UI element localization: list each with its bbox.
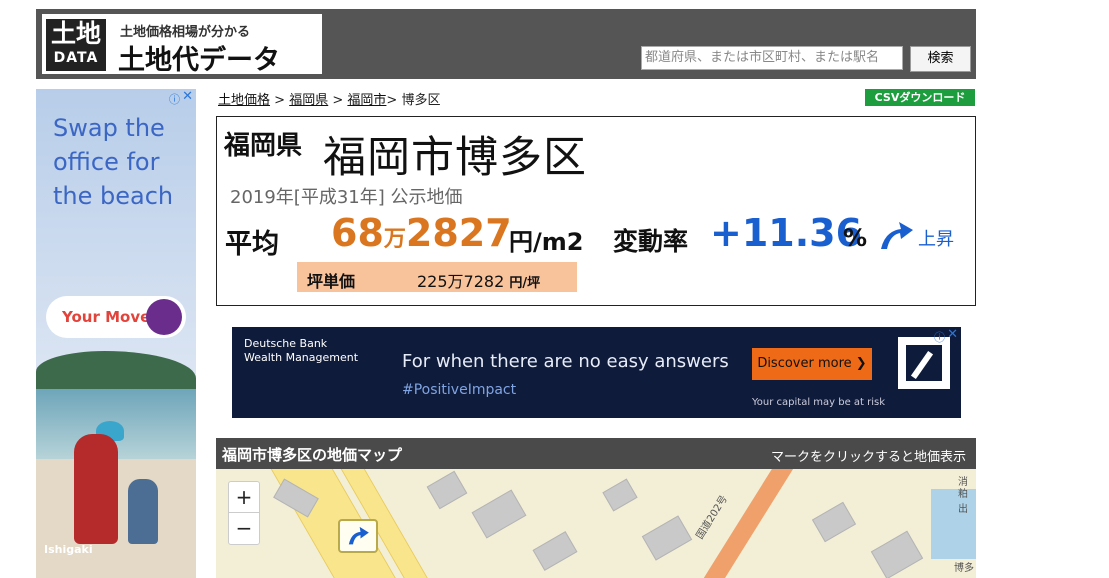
ad-person	[74, 434, 118, 544]
tsubo-unit: 円/坪	[509, 276, 541, 291]
discover-more-button[interactable]: Discover more ❯	[752, 348, 872, 380]
map-zoom-control: + −	[228, 481, 260, 545]
change-rate-label: 変動率	[613, 227, 689, 256]
map-building	[532, 531, 578, 571]
logo-mark-icon: 土地 DATA	[46, 19, 106, 71]
average-label: 平均	[225, 229, 279, 260]
zoom-out-button[interactable]: −	[229, 513, 259, 543]
breadcrumb-separator: >	[332, 93, 344, 108]
ad-close-icon[interactable]: ✕	[182, 89, 193, 104]
breadcrumb: 土地価格 > 福岡県 > 福岡市> 博多区	[218, 89, 440, 108]
logo-kanji: 土地	[50, 19, 101, 48]
ad-cta-dot-icon	[146, 299, 182, 335]
map-hint: マークをクリックすると地価表示	[770, 450, 966, 465]
ad-info-icon[interactable]: ⓘ	[934, 329, 945, 345]
logo-slash	[910, 350, 934, 380]
map-place-label: 博多	[954, 563, 974, 574]
breadcrumb-separator: >	[386, 93, 398, 108]
logo-inner	[906, 345, 942, 381]
average-price: 68万2827	[331, 211, 512, 255]
logo-data-text: DATA	[53, 50, 99, 66]
land-price-map[interactable]: 国道202号 消 粕出 博多 + −	[216, 469, 976, 578]
map-building	[641, 515, 693, 561]
tsubo-value: 225万7282 円/坪	[417, 268, 540, 292]
banner-hashtag: #PositiveImpact	[402, 382, 517, 398]
banner-brand-line: Deutsche Bank	[244, 337, 328, 350]
price-marker[interactable]	[338, 519, 378, 553]
map-building	[602, 478, 638, 512]
map-building	[426, 470, 468, 510]
map-building	[471, 489, 527, 539]
ad-headline-line: the beach	[53, 182, 174, 210]
ad-headline: Swap the office for the beach	[53, 111, 173, 213]
banner-advertisement[interactable]: Deutsche Bank Wealth Management For when…	[232, 327, 961, 418]
ad-cta-button[interactable]: Your Move	[46, 296, 186, 338]
ad-brand: Ishigaki	[44, 543, 93, 556]
banner-brand-line: Wealth Management	[244, 351, 359, 364]
ad-cta-label: Your Move	[62, 308, 151, 326]
side-advertisement[interactable]: Swap the office for the beach Your Move …	[36, 89, 196, 578]
search-button[interactable]: 検索	[910, 46, 971, 72]
price-unit: 円/m2	[509, 228, 584, 256]
site-logo[interactable]: 土地 DATA 土地価格相場が分かる 土地代データ	[42, 14, 322, 76]
banner-brand: Deutsche Bank Wealth Management	[244, 337, 358, 365]
map-header: 福岡市博多区の地価マップ マークをクリックすると地価表示	[216, 438, 976, 469]
search-input[interactable]: 都道府県、または市区町村、または駅名	[641, 46, 903, 70]
map-place-label: 粕出	[958, 489, 968, 515]
average-price-rest: 2827	[405, 211, 512, 255]
ad-close-icon[interactable]: ✕	[947, 327, 958, 342]
change-rate-value: +11.36	[710, 211, 863, 255]
ad-headline-line: office for	[53, 148, 160, 176]
trend-up-icon	[348, 526, 369, 545]
percent-sign: %	[843, 224, 868, 252]
tsubo-amount: 225万7282	[417, 272, 505, 291]
map-road-label: 国道202号	[694, 493, 730, 542]
average-price-man: 68	[331, 211, 384, 255]
breadcrumb-link[interactable]: 土地価格	[218, 93, 270, 108]
city-name: 福岡市博多区	[323, 133, 587, 183]
csv-download-button[interactable]: CSVダウンロード	[865, 89, 975, 106]
site-header: 土地 DATA 土地価格相場が分かる 土地代データ 都道府県、または市区町村、ま…	[36, 9, 976, 79]
year-label: 2019年[平成31年] 公示地価	[230, 187, 463, 208]
ad-child	[128, 479, 158, 544]
tsubo-price-row: 坪単価 225万7282 円/坪	[297, 262, 577, 292]
trend-label: 上昇	[918, 229, 954, 250]
price-summary: 福岡県 福岡市博多区 2019年[平成31年] 公示地価 平均 68万2827 …	[216, 116, 976, 306]
trend-up-icon	[881, 222, 913, 249]
breadcrumb-link[interactable]: 福岡市	[347, 93, 386, 108]
banner-headline: For when there are no easy answers	[402, 351, 729, 372]
logo-title: 土地代データ	[118, 45, 280, 76]
ad-info-icon[interactable]: ⓘ	[169, 91, 180, 107]
breadcrumb-current: 博多区	[401, 93, 441, 108]
banner-caption: Your capital may be at risk	[752, 397, 886, 408]
zoom-in-button[interactable]: +	[229, 482, 259, 512]
ad-headline-line: Swap the	[53, 114, 165, 142]
prefecture-name: 福岡県	[224, 131, 303, 161]
tsubo-label: 坪単価	[307, 272, 356, 291]
map-title: 福岡市博多区の地価マップ	[222, 446, 403, 464]
map-building	[870, 530, 924, 578]
breadcrumb-separator: >	[274, 93, 286, 108]
man-unit: 万	[383, 227, 406, 252]
breadcrumb-link[interactable]: 福岡県	[289, 93, 328, 108]
map-building	[811, 501, 857, 543]
